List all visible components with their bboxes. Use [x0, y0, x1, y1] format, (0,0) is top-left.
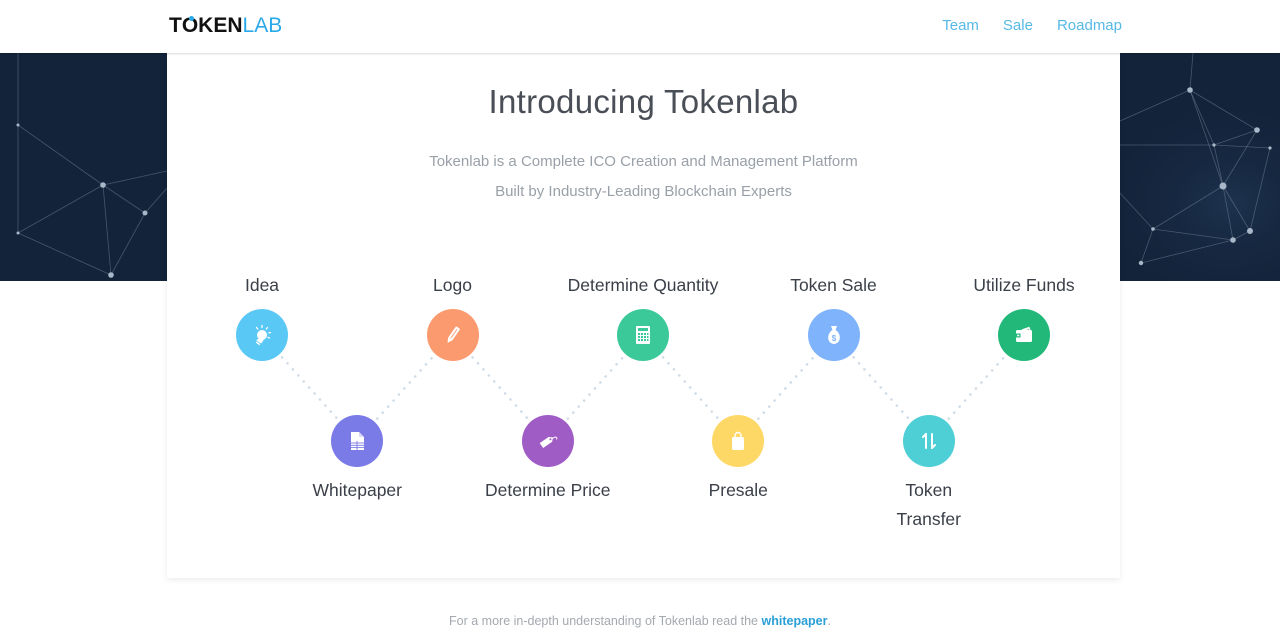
step-connector	[947, 356, 1006, 420]
logo-t: T	[169, 14, 182, 37]
step-label-whitepaper: Whitepaper	[312, 480, 403, 500]
step-connector	[566, 356, 625, 420]
footer-note: For a more in-depth understanding of Tok…	[0, 614, 1280, 628]
step-whitepaper[interactable]	[331, 415, 384, 467]
shopping-bag-icon	[732, 431, 745, 450]
footer-note-suffix: .	[827, 614, 831, 628]
wallet-icon	[1016, 326, 1032, 342]
process-steps: Idea Whitepaper Logo Determine Price Det…	[167, 53, 1120, 578]
step-label-token-sale: Token Sale	[790, 275, 877, 295]
step-label-token-transfer: Token Transfer	[829, 476, 1029, 534]
money-bag-icon: $	[827, 326, 840, 344]
step-label-determine-price: Determine Price	[485, 480, 611, 500]
step-connector	[376, 356, 434, 420]
logo-o-dot	[188, 16, 194, 21]
step-idea[interactable]	[236, 309, 288, 361]
step-presale[interactable]	[712, 415, 765, 467]
step-connector	[280, 356, 339, 420]
step-logo[interactable]	[426, 309, 479, 361]
price-tag-icon	[539, 436, 558, 449]
step-label-token-transfer-line-1: Token	[905, 480, 953, 500]
document-icon	[351, 432, 365, 450]
logo-lab: LAB	[242, 14, 283, 37]
step-connector	[661, 356, 720, 420]
logo-o: O	[181, 14, 199, 37]
step-label-idea: Idea	[244, 275, 280, 295]
nav-sale-link[interactable]: Sale	[1003, 17, 1033, 34]
step-token-sale[interactable]: $	[807, 309, 860, 361]
step-label-token-transfer-line-2: Transfer	[896, 509, 961, 529]
nav-team-link[interactable]: Team	[942, 17, 979, 34]
logo-ken: KEN	[198, 14, 243, 37]
nav-roadmap-link[interactable]: Roadmap	[1057, 17, 1122, 34]
step-connector	[852, 356, 910, 420]
step-label-presale: Presale	[708, 480, 768, 500]
whitepaper-link[interactable]: whitepaper	[762, 614, 828, 628]
footer-note-text: For a more in-depth understanding of Tok…	[449, 614, 762, 628]
step-determine-price[interactable]	[521, 415, 574, 467]
transfer-arrows-icon	[921, 433, 936, 449]
step-determine-quantity[interactable]	[617, 309, 669, 361]
pencil-icon	[447, 326, 460, 343]
tokenlab-logo[interactable]: TO KENLAB	[169, 14, 282, 38]
step-token-transfer[interactable]	[902, 415, 955, 467]
step-connector	[471, 356, 529, 420]
main-nav: Team Sale Roadmap	[942, 17, 1122, 34]
step-label-logo: Logo	[433, 275, 472, 295]
calculator-icon	[636, 326, 650, 344]
step-connector	[757, 356, 815, 420]
svg-text:$: $	[831, 334, 836, 343]
step-label-determine-quantity: Determine Quantity	[567, 275, 719, 295]
step-label-utilize-funds: Utilize Funds	[973, 275, 1075, 295]
intro-card: Introducing Tokenlab Tokenlab is a Compl…	[167, 53, 1120, 578]
navbar: TO KENLAB Team Sale Roadmap	[0, 0, 1280, 53]
lightbulb-icon	[255, 324, 272, 346]
step-utilize-funds[interactable]	[998, 309, 1050, 361]
